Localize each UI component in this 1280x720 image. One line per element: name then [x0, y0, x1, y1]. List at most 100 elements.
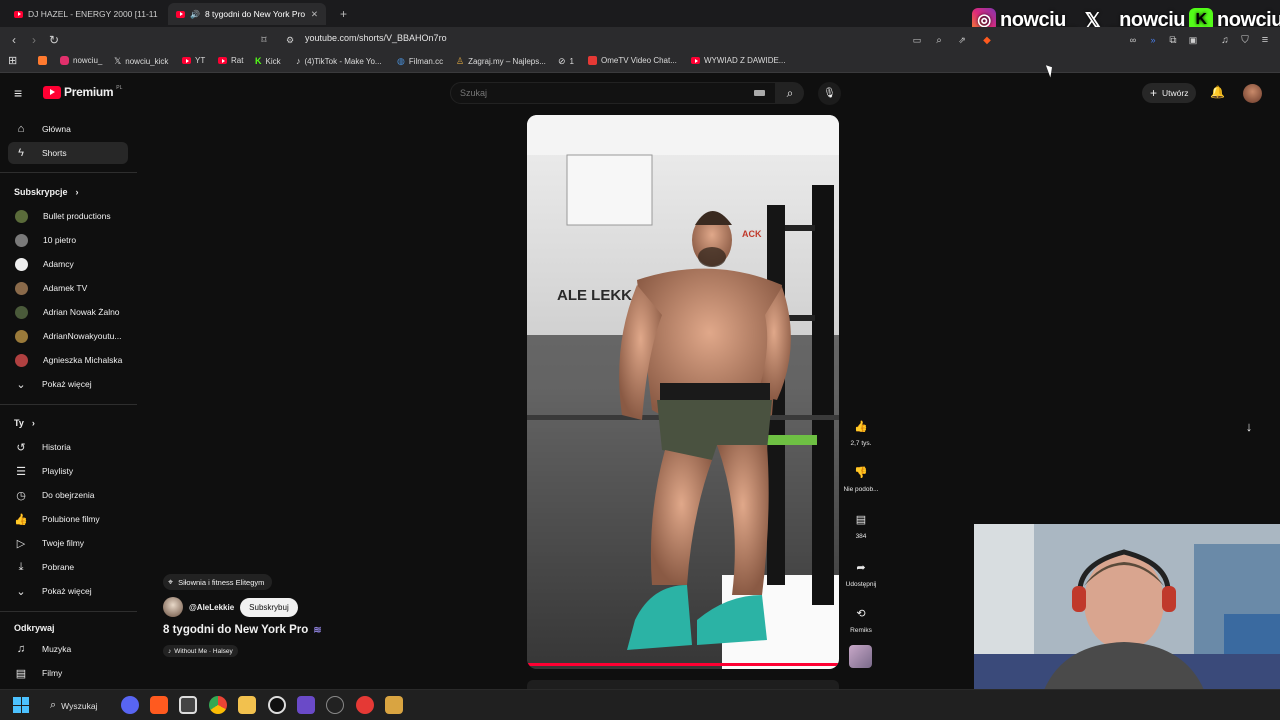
wallet-icon[interactable]: » [1144, 31, 1162, 49]
create-button[interactable]: + Utwórz [1142, 83, 1197, 103]
dislike-button[interactable]: 👎 Nie podob... [842, 461, 880, 494]
bookmark-item[interactable]: ⊘ 1 [558, 56, 574, 67]
sidebar-item-downloads[interactable]: ⤓ Pobrane [8, 556, 128, 578]
bookmark-item[interactable]: ♪ (4)TikTok - Make Yo... [296, 56, 382, 66]
sidebar-item-liked[interactable]: 👍 Polubione filmy [8, 508, 128, 530]
sidebar-item-shorts[interactable]: ϟ Shorts [8, 142, 128, 164]
browser-tab-active[interactable]: 🔊 8 tygodni do New York Pro ✕ [168, 3, 326, 25]
subscription-item[interactable]: AdrianNowakyoutu... [8, 325, 128, 347]
music-chip[interactable]: ♪ Without Me · Halsey [163, 645, 238, 657]
remix-button[interactable]: ⟲ Remiks [842, 602, 880, 635]
tab-title: DJ HAZEL - ENERGY 2000 [11-11 [28, 9, 158, 19]
show-more-subscriptions[interactable]: ⌄ Pokaż więcej [8, 373, 128, 395]
obs-studio-icon[interactable] [268, 696, 286, 714]
like-count: 2,7 tys. [850, 440, 872, 447]
like-icon: 👍 [14, 513, 28, 526]
sidebar-item-watch-later[interactable]: ◷ Do obejrzenia [8, 484, 128, 506]
recorder-icon[interactable] [356, 696, 374, 714]
bookmark-item[interactable]: OmeTV Video Chat... [588, 56, 677, 65]
browser-tab[interactable]: DJ HAZEL - ENERGY 2000 [11-11 [6, 3, 166, 25]
youtube-logo[interactable]: Premium PL [43, 85, 122, 99]
discord-icon[interactable] [121, 696, 139, 714]
subscription-item[interactable]: Adamek TV [8, 277, 128, 299]
channel-avatar[interactable] [163, 597, 183, 617]
address-bar[interactable]: youtube.com/shorts/V_BBAHOn7ro [305, 33, 447, 43]
you-header[interactable]: Ty › [14, 418, 35, 428]
remix-icon: ⟲ [856, 607, 866, 620]
bookmark-icon[interactable]: ⌑ [255, 31, 273, 49]
next-short-preview[interactable] [527, 680, 839, 689]
bookmark-item[interactable]: 𝕏nowciu_kick [114, 56, 168, 67]
windows-start-icon[interactable] [13, 697, 29, 713]
sidebar-item-label: Playlisty [42, 466, 74, 476]
menu-icon[interactable]: ≡ [1256, 31, 1274, 49]
bookmark-item[interactable]: ♙ Zagraj.my – Najleps... [456, 56, 546, 67]
audio-source-thumbnail[interactable] [849, 645, 872, 668]
channel-name[interactable]: @AleLekkie [189, 603, 234, 612]
youtube-icon [691, 57, 700, 64]
wall-text: ALE LEKK [557, 287, 632, 304]
subscription-item[interactable]: Agnieszka Michalska [8, 349, 128, 371]
reload-icon[interactable]: ↻ [45, 31, 63, 49]
bookmark-item[interactable]: nowciu_ [60, 56, 102, 65]
cast-icon[interactable]: ▭ [908, 31, 926, 49]
channel-avatar [15, 329, 28, 343]
sidebar-item-history[interactable]: ↺ Historia [8, 436, 128, 458]
apps-icon[interactable]: ⊞ [8, 54, 17, 67]
back-icon[interactable]: ‹ [5, 31, 23, 49]
share-button[interactable]: ➦ Udostępnij [842, 556, 880, 589]
hamburger-menu-icon[interactable]: ≡ [14, 85, 22, 101]
subscribe-button[interactable]: Subskrybuj [240, 597, 298, 617]
new-tab-button[interactable]: + [332, 3, 355, 25]
taskbar-search[interactable]: ⌕ Wyszukaj [50, 697, 97, 714]
avatar[interactable] [1243, 84, 1262, 103]
like-button[interactable]: 👍 2,7 tys. [842, 415, 880, 448]
subscription-label: AdrianNowakyoutu... [43, 331, 122, 341]
obs-icon[interactable] [179, 696, 197, 714]
steam-icon[interactable] [326, 696, 344, 714]
subscription-item[interactable]: Adamcy [8, 253, 128, 275]
sidebar-item-films[interactable]: ▤ Filmy [8, 662, 128, 684]
vpn-icon[interactable]: ⛉ [1236, 31, 1254, 49]
search-input[interactable]: Szukaj [450, 82, 776, 104]
subscriptions-header[interactable]: Subskrypcje › [14, 187, 79, 197]
media-icon[interactable]: ♫ [1216, 31, 1234, 49]
game-icon[interactable] [385, 696, 403, 714]
brave-shields-icon[interactable]: ◆ [978, 31, 996, 49]
sidebar-item-music[interactable]: ♫ Muzyka [8, 638, 128, 660]
bookmark-item[interactable]: ◍ Filman.cc [397, 56, 443, 67]
sidebar-item-home[interactable]: ⌂ Główna [8, 118, 128, 140]
remix-label: Remiks [850, 627, 872, 634]
sidebar-item-playlists[interactable]: ☰ Playlisty [8, 460, 128, 482]
share-page-icon[interactable]: ⇗ [953, 31, 971, 49]
close-tab-icon[interactable]: ✕ [311, 9, 318, 20]
forward-icon[interactable]: › [25, 31, 43, 49]
location-chip[interactable]: ⌖ Siłownia i fitness Elitegym [163, 574, 273, 590]
bell-icon[interactable]: 🔔 [1210, 85, 1225, 99]
search-button[interactable]: ⌕ [776, 82, 804, 104]
sidebar-item-show-more[interactable]: ⌄ Pokaż więcej [8, 580, 128, 602]
bookmark-item[interactable]: Rat [218, 56, 243, 65]
short-video-player[interactable]: ACK ALE LEKK [527, 115, 839, 669]
chrome-icon[interactable] [209, 696, 227, 714]
voice-search-button[interactable]: 🎙 [818, 82, 841, 105]
sidebar-toggle-icon[interactable]: ▣ [1184, 31, 1202, 49]
file-explorer-icon[interactable] [238, 696, 256, 714]
bookmark-item[interactable]: WYWIAD Z DAWIDE... [691, 56, 785, 65]
brave-icon[interactable] [150, 696, 168, 714]
extensions-icon[interactable]: ⧉ [1164, 31, 1182, 49]
bookmark-item[interactable]: YT [182, 56, 205, 65]
keyboard-icon[interactable] [754, 90, 765, 96]
sidebar-item-your-videos[interactable]: ▷ Twoje filmy [8, 532, 128, 554]
site-info-icon[interactable]: ⚙ [281, 31, 299, 49]
bookmark-item[interactable]: K Kick [255, 56, 281, 66]
comments-button[interactable]: ▤ 384 [842, 508, 880, 541]
app-icon[interactable] [297, 696, 315, 714]
subscription-item[interactable]: 10 pietro [8, 229, 128, 251]
subscription-item[interactable]: Bullet productions [8, 205, 128, 227]
zoom-icon[interactable]: ⌕ [930, 31, 948, 49]
bookmark-item[interactable] [38, 56, 47, 65]
subscription-item[interactable]: Adrian Nowak Żalno [8, 301, 128, 323]
next-short-arrow-icon[interactable]: ↓ [1240, 417, 1258, 435]
extension-icon[interactable]: ∞ [1124, 31, 1142, 49]
